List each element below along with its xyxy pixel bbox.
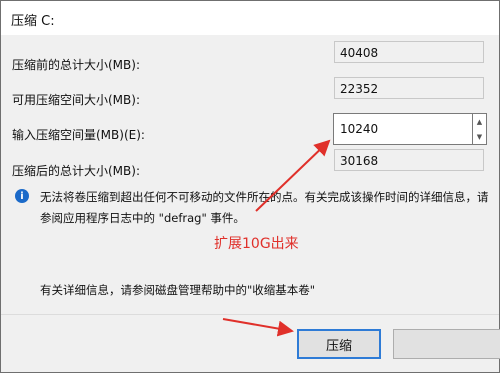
shrink-button-label: 压缩 bbox=[325, 338, 352, 354]
title-bar: 压缩 C: bbox=[1, 1, 499, 35]
window-title: 压缩 C: bbox=[11, 14, 55, 29]
total-size-before-label: 压缩前的总计大小(MB): bbox=[12, 58, 140, 72]
chevron-up-icon: ▲ bbox=[476, 117, 483, 126]
chevron-down-icon: ▼ bbox=[476, 132, 483, 141]
spin-up-button[interactable]: ▲ bbox=[473, 114, 486, 129]
shrink-amount-spinner: ▲ ▼ bbox=[473, 113, 487, 145]
info-icon: i bbox=[15, 189, 29, 203]
total-size-after-value: 30168 bbox=[340, 154, 379, 168]
shrink-button[interactable]: 压缩 bbox=[297, 329, 381, 359]
shrink-amount-input[interactable] bbox=[333, 113, 473, 145]
annotation-text: 扩展10G出来 bbox=[214, 236, 299, 252]
total-size-before-value: 40408 bbox=[340, 46, 379, 60]
shrink-amount-label: 输入压缩空间量(MB)(E): bbox=[12, 128, 145, 142]
secondary-button[interactable] bbox=[393, 329, 500, 359]
info-message: 无法将卷压缩到超出任何不可移动的文件所在的点。有关完成该操作时间的详细信息，请参… bbox=[40, 190, 489, 225]
footer-divider bbox=[1, 314, 499, 315]
total-size-after-label: 压缩后的总计大小(MB): bbox=[12, 164, 140, 178]
help-text: 有关详细信息，请参阅磁盘管理帮助中的"收缩基本卷" bbox=[40, 283, 316, 297]
arrow-to-shrink-button bbox=[222, 318, 294, 337]
spin-down-button[interactable]: ▼ bbox=[473, 129, 486, 144]
available-space-label: 可用压缩空间大小(MB): bbox=[12, 93, 140, 107]
available-space-value: 22352 bbox=[340, 82, 379, 96]
shrink-dialog: 压缩 C: 压缩前的总计大小(MB): 40408 可用压缩空间大小(MB): … bbox=[0, 0, 500, 373]
